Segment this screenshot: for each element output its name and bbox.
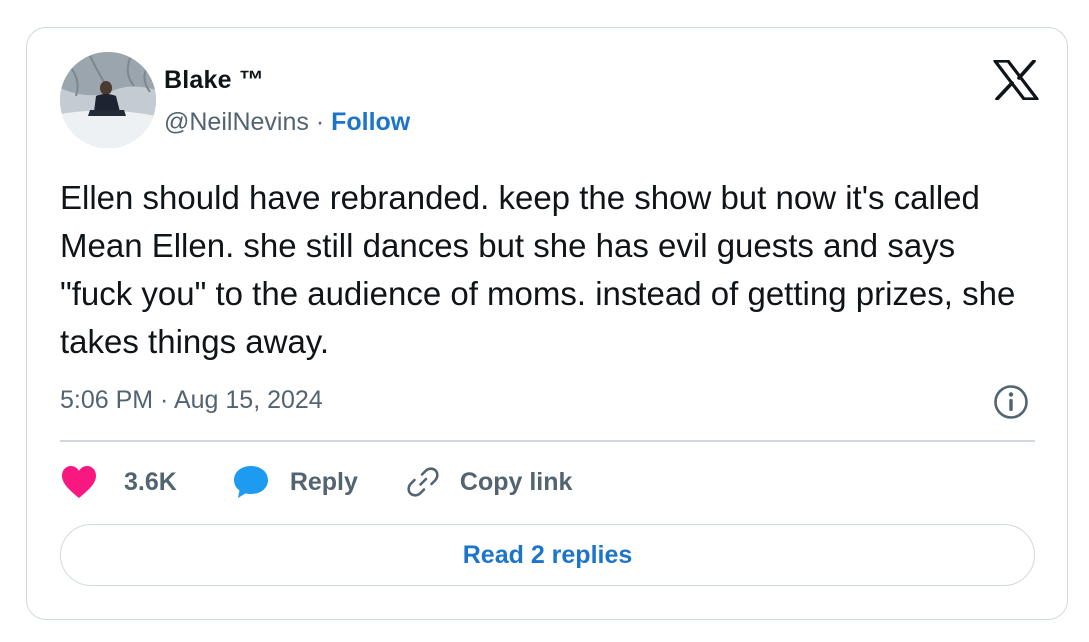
avatar-photo-icon: [60, 52, 156, 148]
timestamp[interactable]: 5:06 PM · Aug 15, 2024: [60, 386, 323, 415]
user-handle[interactable]: @NeilNevins: [164, 108, 309, 136]
tweet-time: 5:06 PM: [60, 386, 154, 414]
reply-button[interactable]: Reply: [232, 464, 358, 500]
like-count: 3.6K: [124, 467, 177, 496]
date-separator: ·: [153, 386, 174, 414]
like-button[interactable]: 3.6K: [60, 464, 177, 500]
tweet-card: Blake ™ @NeilNevins · Follow Ellen shoul…: [26, 27, 1068, 620]
divider: [60, 440, 1035, 442]
tweet-text: Ellen should have rebranded. keep the sh…: [60, 179, 1016, 360]
info-icon[interactable]: [993, 384, 1029, 420]
tweet-date: Aug 15, 2024: [173, 386, 323, 414]
speech-bubble-icon: [233, 466, 268, 498]
avatar[interactable]: [60, 52, 156, 148]
read-replies-button[interactable]: Read 2 replies: [60, 524, 1035, 586]
copy-link-label: Copy link: [459, 467, 573, 496]
handle-line: @NeilNevins · Follow: [164, 108, 410, 137]
heart-icon: [62, 466, 96, 498]
copy-link-button[interactable]: Copy link: [406, 465, 573, 499]
link-icon: [407, 467, 439, 497]
x-logo-icon[interactable]: [993, 60, 1039, 100]
display-name[interactable]: Blake ™: [164, 66, 264, 95]
follow-link[interactable]: Follow: [331, 108, 410, 136]
reply-label: Reply: [289, 467, 358, 496]
handle-separator: ·: [308, 108, 332, 136]
action-bar: 3.6K Reply Copy link: [60, 461, 572, 503]
